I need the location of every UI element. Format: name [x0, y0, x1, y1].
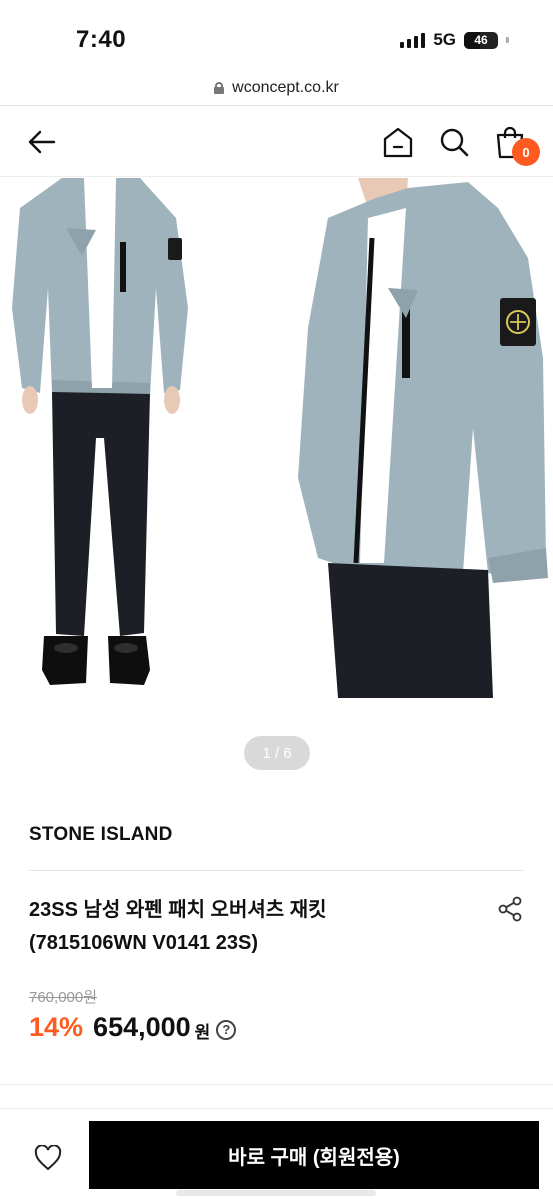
home-button[interactable] [380, 124, 416, 160]
discount-rate: 14% [29, 1012, 84, 1042]
signal-icon [400, 32, 426, 48]
brand-name[interactable]: STONE ISLAND [29, 824, 173, 846]
cart-count-badge[interactable]: 0 [512, 138, 540, 166]
search-icon [440, 128, 469, 157]
product-title: 23SS 남성 와펜 패치 오버셔츠 재킷 (7815106WN V0141 2… [29, 894, 469, 960]
status-bar: 7:40 5G 46 [0, 0, 553, 70]
price-row: 14% 654,000 원 ? [29, 1012, 237, 1043]
battery-cap [506, 37, 509, 43]
network-label: 5G [433, 30, 456, 49]
url-text: wconcept.co.kr [232, 78, 339, 96]
url-bar[interactable]: wconcept.co.kr [0, 70, 553, 106]
back-button[interactable] [24, 124, 60, 160]
buy-now-button[interactable]: 바로 구매 (회원전용) [89, 1121, 539, 1189]
heart-icon [34, 1145, 62, 1171]
product-photo-close-up [298, 178, 548, 698]
original-price: 760,000원 [29, 989, 98, 1006]
lock-icon [214, 81, 225, 94]
app-header [0, 107, 553, 177]
search-button[interactable] [436, 124, 472, 160]
divider [0, 1108, 553, 1109]
back-arrow-icon [28, 130, 56, 154]
wishlist-button[interactable] [22, 1132, 74, 1184]
product-title-line1: 23SS 남성 와펜 패치 오버셔츠 재킷 [29, 899, 327, 921]
home-icon [383, 127, 413, 158]
price-help-icon[interactable]: ? [216, 1019, 237, 1040]
battery-text: 46 [474, 33, 488, 47]
product-title-line2: (7815106WN V0141 23S) [29, 932, 259, 954]
product-image-gallery[interactable]: 1 / 6 [0, 178, 553, 788]
battery-icon: 46 [464, 31, 498, 49]
divider [29, 870, 524, 871]
image-pager: 1 / 6 [244, 736, 310, 770]
bottom-action-bar: 바로 구매 (회원전용) [0, 1110, 553, 1200]
share-button[interactable] [496, 895, 524, 923]
currency-unit: 원 [194, 1023, 211, 1042]
status-icons: 5G 46 [400, 30, 509, 50]
status-time: 7:40 [76, 26, 127, 53]
share-icon [498, 896, 522, 922]
sale-price: 654,000 [93, 1012, 191, 1042]
divider [0, 1084, 553, 1085]
product-photo-full-body [12, 178, 188, 685]
home-indicator [176, 1190, 376, 1196]
